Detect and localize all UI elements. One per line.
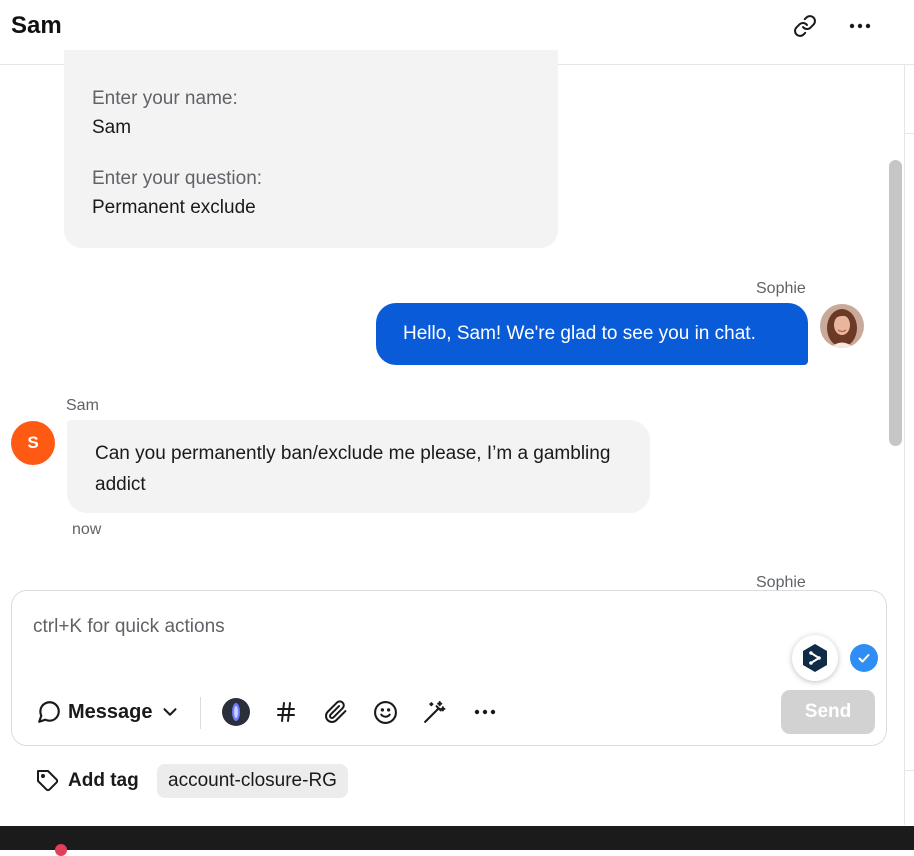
send-button[interactable]: Send bbox=[781, 690, 875, 734]
chevron-down-icon bbox=[162, 708, 177, 716]
ai-assist-icon[interactable] bbox=[221, 695, 251, 729]
message-mode-label: Message bbox=[68, 700, 153, 723]
hashtag-icon[interactable] bbox=[271, 695, 301, 729]
agent-avatar bbox=[820, 304, 864, 348]
tag-icon bbox=[37, 770, 59, 792]
more-tools-icon[interactable] bbox=[470, 695, 500, 729]
toolbar-divider bbox=[200, 697, 201, 729]
name-label: Enter your name: bbox=[92, 88, 238, 109]
link-icon[interactable] bbox=[791, 12, 819, 40]
scrollbar-thumb[interactable] bbox=[889, 160, 902, 446]
side-panel-edge bbox=[904, 65, 914, 825]
magic-wand-icon[interactable] bbox=[419, 695, 449, 729]
message-composer[interactable]: ctrl+K for quick actions Message Send bbox=[11, 590, 887, 746]
name-value: Sam bbox=[92, 117, 132, 138]
question-value: Permanent exclude bbox=[92, 197, 256, 218]
agent-name: Sophie bbox=[756, 280, 806, 297]
chat-title: Sam bbox=[11, 12, 62, 39]
check-icon bbox=[850, 644, 878, 672]
question-label: Enter your question: bbox=[92, 168, 263, 189]
user-message-bubble: Can you permanently ban/exclude me pleas… bbox=[67, 420, 650, 513]
more-options-icon[interactable] bbox=[846, 12, 874, 40]
agent-message-bubble: Hello, Sam! We're glad to see you in cha… bbox=[376, 303, 808, 365]
message-timestamp: now bbox=[72, 521, 102, 538]
emoji-icon[interactable] bbox=[370, 695, 400, 729]
rail-divider bbox=[905, 770, 914, 771]
composer-placeholder[interactable]: ctrl+K for quick actions bbox=[33, 616, 225, 638]
notification-dot bbox=[55, 844, 67, 856]
tag-chip[interactable]: account-closure-RG bbox=[157, 764, 348, 798]
add-tag-button[interactable]: Add tag bbox=[36, 766, 139, 796]
os-taskbar bbox=[0, 826, 914, 856]
ai-assistant-badge[interactable] bbox=[792, 635, 838, 681]
user-avatar: S bbox=[11, 421, 55, 465]
add-tag-label: Add tag bbox=[68, 770, 139, 791]
prechat-form-card: Enter your name: Sam Enter your question… bbox=[64, 50, 558, 248]
rail-divider bbox=[905, 133, 914, 134]
chat-bubble-icon bbox=[38, 701, 60, 723]
message-mode-dropdown[interactable]: Message bbox=[36, 695, 181, 729]
paperclip-icon[interactable] bbox=[321, 695, 351, 729]
user-name: Sam bbox=[66, 397, 99, 414]
